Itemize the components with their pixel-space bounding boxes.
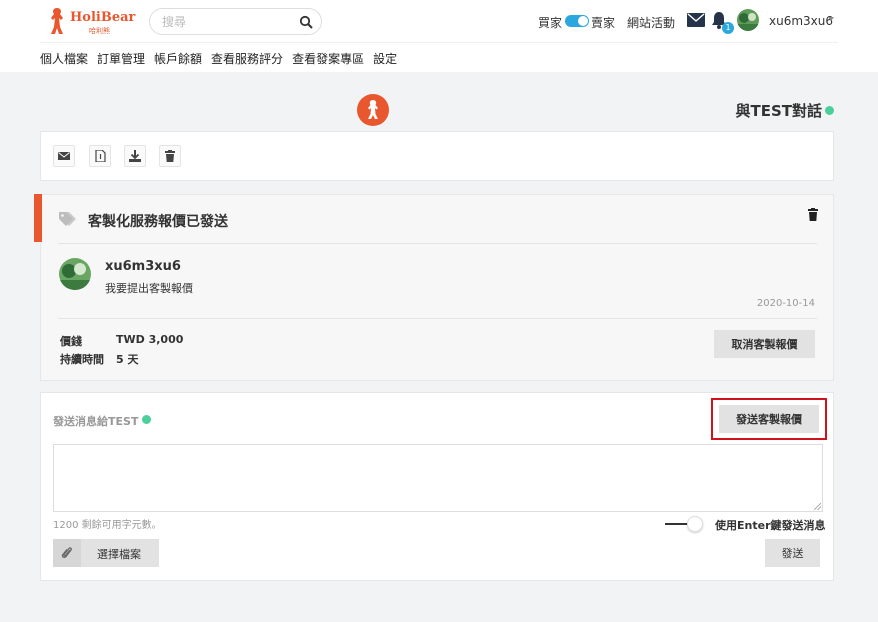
chat-title: 與TEST對話 xyxy=(735,102,822,120)
brand-subtitle: 哈利熊 xyxy=(89,27,110,35)
sub-navigation: 個人檔案 訂單管理 帳戶餘額 查看服務評分 查看發案專區 設定 xyxy=(40,50,397,68)
choose-file-button[interactable]: 選擇檔案 xyxy=(53,539,159,567)
bear-logo-icon xyxy=(368,100,378,119)
seller-label: 賣家 xyxy=(591,16,616,30)
attachment-box xyxy=(53,539,81,567)
holibear-logo[interactable]: HoliBear 哈利熊 xyxy=(45,5,135,37)
online-status-dot xyxy=(142,415,151,424)
composer-label: 發送消息給TEST xyxy=(53,415,139,428)
delete-button[interactable] xyxy=(159,145,181,167)
sender-name: xu6m3xu6 xyxy=(105,259,181,274)
top-bar: HoliBear 哈利熊 買家 賣家 網站活動 1 xu6m3xu6 個人檔案 xyxy=(0,0,878,72)
nav-profile[interactable]: 個人檔案 xyxy=(40,50,88,68)
quote-message: 我要提出客製報價 xyxy=(105,282,193,295)
avatar-image-icon xyxy=(59,258,91,290)
send-button[interactable]: 發送 xyxy=(765,539,820,567)
divider xyxy=(58,318,817,319)
choose-file-label: 選擇檔案 xyxy=(97,548,141,561)
send-custom-quote-button[interactable]: 發送客製報價 xyxy=(719,405,819,433)
envelope-icon xyxy=(58,152,70,160)
buyer-seller-toggle[interactable] xyxy=(565,15,589,27)
mail-button[interactable] xyxy=(53,145,75,167)
tag-icon xyxy=(59,212,76,226)
price-label: 價錢 xyxy=(60,335,82,348)
message-input[interactable] xyxy=(53,444,823,512)
notification-badge: 1 xyxy=(722,22,734,34)
search-icon[interactable] xyxy=(299,15,313,29)
trash-icon xyxy=(165,150,175,162)
quote-accent-bar xyxy=(34,194,42,242)
toggle-knob xyxy=(578,16,588,26)
file-button[interactable] xyxy=(89,145,111,167)
message-toolbar xyxy=(40,131,834,181)
header-divider xyxy=(40,42,838,43)
nav-requests[interactable]: 查看發案專區 xyxy=(292,50,364,68)
message-composer: 發送消息給TEST 發送客製報價 1200 剩餘可用字元數。 使用Enter鍵發… xyxy=(40,392,834,581)
bear-mascot-icon xyxy=(51,8,63,34)
nav-orders[interactable]: 訂單管理 xyxy=(97,50,145,68)
quote-title: 客製化服務報價已發送 xyxy=(88,214,228,230)
online-status-dot xyxy=(825,106,834,115)
cancel-quote-button[interactable]: 取消客製報價 xyxy=(714,330,815,358)
nav-ratings[interactable]: 查看服務評分 xyxy=(211,50,283,68)
avatar-image-icon xyxy=(737,9,759,31)
trash-icon[interactable] xyxy=(807,208,819,221)
site-activity-link[interactable]: 網站活動 xyxy=(627,14,675,31)
sender-avatar xyxy=(59,258,91,290)
user-avatar[interactable] xyxy=(737,9,759,31)
partner-logo xyxy=(357,94,389,126)
username[interactable]: xu6m3xu6 xyxy=(769,14,833,28)
search-box xyxy=(149,8,322,35)
buyer-label: 買家 xyxy=(538,16,563,30)
divider xyxy=(58,243,817,244)
remaining-characters: 1200 剩餘可用字元數。 xyxy=(53,520,162,531)
brand-name: HoliBear xyxy=(70,10,136,25)
nav-settings[interactable]: 設定 xyxy=(373,50,397,68)
enter-to-send-label: 使用Enter鍵發送消息 xyxy=(715,519,826,532)
search-input[interactable] xyxy=(162,13,292,31)
enter-to-send-switch[interactable] xyxy=(665,516,703,532)
download-icon xyxy=(129,150,141,162)
mail-icon[interactable] xyxy=(687,13,705,27)
switch-knob xyxy=(687,516,703,532)
duration-label: 持續時間 xyxy=(60,353,104,366)
resize-handle-icon[interactable] xyxy=(814,503,821,510)
nav-balance[interactable]: 帳戶餘額 xyxy=(154,50,202,68)
custom-quote-card: 客製化服務報價已發送 xu6m3xu6 我要提出客製報價 2020-10-14 … xyxy=(40,194,834,381)
chevron-down-icon[interactable] xyxy=(828,17,834,21)
file-icon xyxy=(95,150,106,162)
download-button[interactable] xyxy=(124,145,146,167)
duration-value: 5 天 xyxy=(116,353,139,366)
paperclip-icon xyxy=(61,547,72,558)
quote-date: 2020-10-14 xyxy=(756,298,815,309)
price-value: TWD 3,000 xyxy=(116,333,184,346)
